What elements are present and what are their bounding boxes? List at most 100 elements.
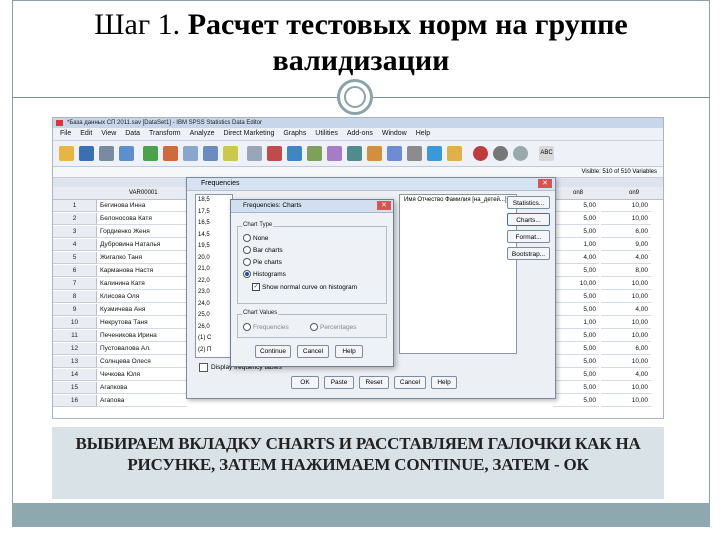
list-item[interactable]: 21,0 xyxy=(196,264,232,276)
redo-icon[interactable] xyxy=(163,146,178,161)
cell-on8[interactable]: 1,00 xyxy=(553,317,599,329)
row-number[interactable]: 3 xyxy=(53,226,97,238)
close-icon[interactable]: ✕ xyxy=(377,201,391,210)
goto-case-icon[interactable] xyxy=(183,146,198,161)
charts-button[interactable]: Charts... xyxy=(507,213,550,226)
col-header-var[interactable]: VAR00001 xyxy=(129,187,158,199)
cell-on9[interactable]: 10,00 xyxy=(601,278,651,290)
cell-on9[interactable]: 8,00 xyxy=(601,265,651,277)
name-cell[interactable]: Некрутова Таня xyxy=(97,317,187,329)
name-cell[interactable]: Кузмичева Аня xyxy=(97,304,187,316)
radio-none[interactable] xyxy=(243,234,251,243)
chart-icon[interactable] xyxy=(447,146,462,161)
name-cell[interactable]: Пустовалова Ал. xyxy=(97,343,187,355)
cell-on8[interactable]: 5,00 xyxy=(553,213,599,225)
cell-on9[interactable]: 10,00 xyxy=(601,356,651,368)
name-cell[interactable]: Агапова xyxy=(97,395,187,407)
format-button[interactable]: Format... xyxy=(507,230,550,243)
cell-on8[interactable]: 5,00 xyxy=(553,395,599,407)
row-number[interactable]: 4 xyxy=(53,239,97,251)
menu-transform[interactable]: Transform xyxy=(149,128,181,140)
cell-on9[interactable]: 10,00 xyxy=(601,200,651,212)
menu-direct-marketing[interactable]: Direct Marketing xyxy=(223,128,274,140)
close-icon[interactable]: ✕ xyxy=(538,179,552,188)
cell-on8[interactable]: 1,00 xyxy=(553,239,599,251)
normal-curve-option[interactable]: ✓ Show normal curve on histogram xyxy=(252,283,357,292)
list-item[interactable]: 14,5 xyxy=(196,230,232,242)
display-checkbox[interactable] xyxy=(199,363,208,372)
cell-on9[interactable]: 10,00 xyxy=(601,395,651,407)
row-number[interactable]: 2 xyxy=(53,213,97,225)
row-number[interactable]: 10 xyxy=(53,317,97,329)
cell-on8[interactable]: 5,00 xyxy=(553,304,599,316)
paste-button[interactable]: Paste xyxy=(324,376,354,389)
cell-on9[interactable]: 9,00 xyxy=(601,239,651,251)
name-cell[interactable]: Карманова Настя xyxy=(97,265,187,277)
split-file-icon[interactable] xyxy=(307,146,322,161)
name-cell[interactable]: Гордиенко Женя xyxy=(97,226,187,238)
grid-icon[interactable] xyxy=(427,146,442,161)
list-item[interactable]: 20,0 xyxy=(196,253,232,265)
cell-on8[interactable]: 10,00 xyxy=(553,278,599,290)
open-icon[interactable] xyxy=(59,146,74,161)
row-number[interactable]: 5 xyxy=(53,252,97,264)
cell-on9[interactable]: 10,00 xyxy=(601,213,651,225)
value-labels-icon[interactable] xyxy=(367,146,382,161)
list-item[interactable]: 24,0 xyxy=(196,299,232,311)
option-percentages[interactable]: Percentages xyxy=(310,323,357,332)
cell-on8[interactable]: 5,00 xyxy=(553,226,599,238)
cell-on8[interactable]: 5,00 xyxy=(553,369,599,381)
cell-on8[interactable]: 5,00 xyxy=(553,356,599,368)
goto-variable-icon[interactable] xyxy=(203,146,218,161)
menu-addons[interactable]: Add-ons xyxy=(347,128,373,140)
option-pie[interactable]: Pie charts xyxy=(243,258,282,267)
cell-on9[interactable]: 10,00 xyxy=(601,291,651,303)
cell-on8[interactable]: 5,00 xyxy=(553,382,599,394)
cell-on8[interactable]: 5,00 xyxy=(553,265,599,277)
name-cell[interactable]: Дубровина Наталья xyxy=(97,239,187,251)
name-cell[interactable]: Чечкова Юля xyxy=(97,369,187,381)
name-cell[interactable]: Агапкова xyxy=(97,382,187,394)
menu-data[interactable]: Data xyxy=(125,128,140,140)
select-cases-icon[interactable] xyxy=(347,146,362,161)
list-item[interactable]: 22,0 xyxy=(196,276,232,288)
menu-analyze[interactable]: Analyze xyxy=(190,128,215,140)
row-number[interactable]: 13 xyxy=(53,356,97,368)
list-item[interactable]: (1) С xyxy=(196,333,232,345)
selected-variables-box[interactable]: Имя Отчество Фамилия [на_детей...] xyxy=(399,194,517,354)
scripts-icon[interactable] xyxy=(493,146,508,161)
option-frequencies[interactable]: Frequencies xyxy=(243,323,289,332)
row-number[interactable]: 12 xyxy=(53,343,97,355)
list-item[interactable]: (2) П xyxy=(196,345,232,357)
find-icon[interactable] xyxy=(247,146,262,161)
cell-on9[interactable]: 4,00 xyxy=(601,369,651,381)
list-item[interactable]: 25,0 xyxy=(196,310,232,322)
name-cell[interactable]: Белоносова Катя xyxy=(97,213,187,225)
row-number[interactable]: 15 xyxy=(53,382,97,394)
stop-icon[interactable] xyxy=(473,146,488,161)
use-sets-icon[interactable] xyxy=(387,146,402,161)
list-item[interactable]: 17,5 xyxy=(196,207,232,219)
reset-button[interactable]: Reset xyxy=(359,376,389,389)
cell-on8[interactable]: 4,00 xyxy=(553,252,599,264)
normal-curve-checkbox[interactable]: ✓ xyxy=(252,283,260,292)
menu-view[interactable]: View xyxy=(101,128,116,140)
menu-file[interactable]: File xyxy=(60,128,71,140)
name-cell[interactable]: Жигалко Таня xyxy=(97,252,187,264)
print-icon[interactable] xyxy=(99,146,114,161)
cell-on8[interactable]: 5,00 xyxy=(553,330,599,342)
insert-variable-icon[interactable] xyxy=(287,146,302,161)
statistics-button[interactable]: Statistics... xyxy=(507,196,550,209)
ok-button[interactable]: OK xyxy=(291,376,319,389)
list-item[interactable]: 23,0 xyxy=(196,287,232,299)
menu-utilities[interactable]: Utilities xyxy=(315,128,338,140)
option-none[interactable]: None xyxy=(243,234,269,243)
row-number[interactable]: 14 xyxy=(53,369,97,381)
radio-bar[interactable] xyxy=(243,246,251,255)
menu-help[interactable]: Help xyxy=(416,128,430,140)
name-cell[interactable]: Клисова Оля xyxy=(97,291,187,303)
dialog-recall-icon[interactable] xyxy=(119,146,134,161)
cell-on8[interactable]: 5,00 xyxy=(553,291,599,303)
col-header-on9[interactable]: on9 xyxy=(629,187,639,199)
menu-edit[interactable]: Edit xyxy=(80,128,92,140)
